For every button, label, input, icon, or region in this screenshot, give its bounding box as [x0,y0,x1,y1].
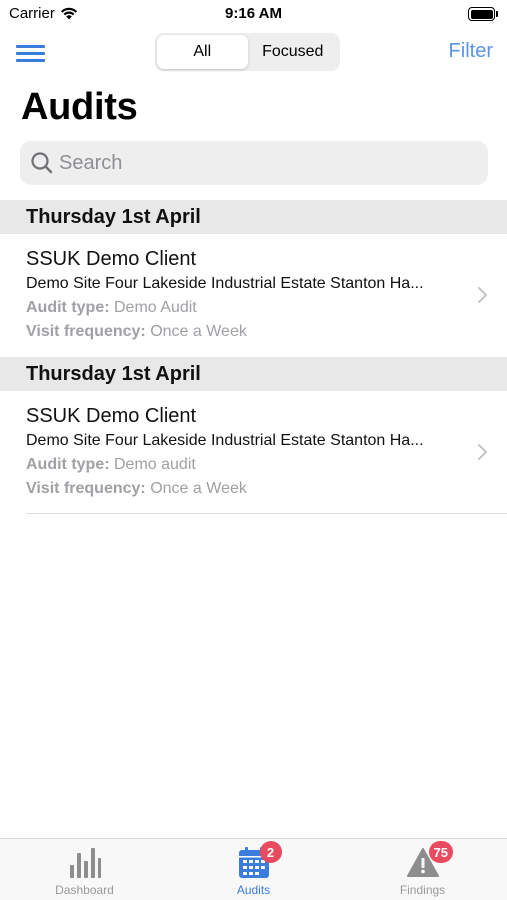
visit-frequency-value: Once a Week [150,323,247,340]
search-input[interactable] [59,151,459,175]
visit-frequency-value: Once a Week [150,480,247,497]
navigation-bar: All Focused Filter [0,28,507,76]
visit-frequency-label: Visit frequency: [26,480,146,497]
tab-findings[interactable]: 75 Findings [338,839,507,900]
search-bar[interactable] [20,141,488,185]
tab-audits[interactable]: 2 Audits [169,839,338,900]
audit-type-value: Demo Audit [114,299,197,316]
visit-frequency: Visit frequency: Once a Week [26,320,507,344]
calendar-icon-wrap: 2 [237,841,282,880]
section-header: Thursday 1st April [0,200,507,234]
visit-frequency-label: Visit frequency: [26,323,146,340]
visit-frequency: Visit frequency: Once a Week [26,477,507,501]
audit-type: Audit type: Demo Audit [26,296,507,320]
hamburger-menu-icon[interactable] [16,42,46,62]
segment-all[interactable]: All [157,35,248,69]
client-name: SSUK Demo Client [26,405,197,427]
section-header: Thursday 1st April [0,357,507,391]
site-address: Demo Site Four Lakeside Industrial Estat… [26,432,424,449]
site-address: Demo Site Four Lakeside Industrial Estat… [26,275,424,292]
bar-chart-icon [69,848,101,878]
tab-label: Findings [399,883,446,897]
audit-list: Thursday 1st April SSUK Demo Client Demo… [0,200,507,514]
segment-focused[interactable]: Focused [248,35,339,69]
chevron-right-icon [478,444,487,460]
status-bar: Carrier 9:16 AM [0,0,507,28]
status-time: 9:16 AM [225,5,282,22]
audit-type-label: Audit type: [26,456,110,473]
tab-label: Audits [236,883,271,897]
battery-icon [468,7,498,21]
findings-badge: 75 [428,841,453,863]
segmented-control: All Focused [155,33,340,71]
tab-bar: Dashboard 2 Audits 75 Findings [0,838,507,900]
search-icon [31,152,53,174]
audit-row[interactable]: SSUK Demo Client Demo Site Four Lakeside… [0,234,507,357]
chevron-right-icon [478,287,487,303]
tab-label: Dashboard [55,883,114,897]
client-name: SSUK Demo Client [26,248,197,270]
audit-type: Audit type: Demo audit [26,453,507,477]
warning-icon-wrap: 75 [406,841,453,880]
page-title: Audits [21,86,138,128]
filter-button[interactable]: Filter [449,40,493,63]
audit-type-value: Demo audit [114,456,196,473]
audit-type-label: Audit type: [26,299,110,316]
row-divider [26,513,507,514]
audits-badge: 2 [259,841,282,863]
tab-dashboard[interactable]: Dashboard [0,839,169,900]
audit-row[interactable]: SSUK Demo Client Demo Site Four Lakeside… [0,391,507,514]
